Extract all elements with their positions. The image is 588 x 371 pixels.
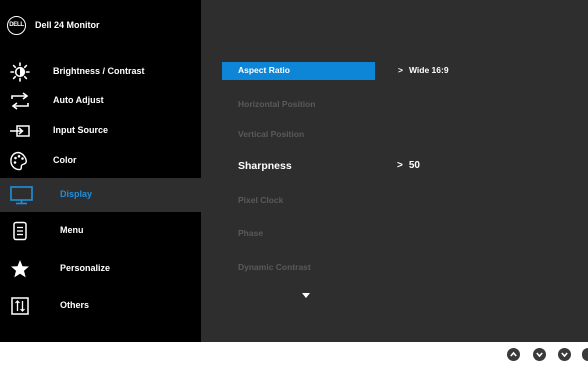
sidebar-item-label: Brightness / Contrast xyxy=(53,66,145,76)
display-monitor-icon xyxy=(9,185,33,205)
option-phase: Phase xyxy=(222,225,372,243)
option-label: Vertical Position xyxy=(238,129,305,139)
sidebar-item-color[interactable]: Color xyxy=(0,144,201,178)
dell-logo: DELL xyxy=(7,16,26,35)
option-horizontal-position: Horizontal Position xyxy=(222,96,372,114)
sidebar-item-others[interactable]: Others xyxy=(0,289,201,323)
sharpness-value[interactable]: >50 xyxy=(397,160,420,171)
chevron-down-icon xyxy=(536,352,543,358)
option-label: Phase xyxy=(238,228,264,238)
color-palette-icon xyxy=(9,151,31,171)
sidebar-item-label: Others xyxy=(60,300,90,310)
sidebar-item-input-source[interactable]: Input Source xyxy=(0,114,201,148)
input-source-icon xyxy=(9,121,31,141)
osd-header: DELL Dell 24 Monitor xyxy=(0,0,201,52)
option-label: Pixel Clock xyxy=(238,195,284,205)
button-back[interactable] xyxy=(582,348,588,361)
button-up[interactable] xyxy=(507,348,520,361)
scroll-down-arrow-icon[interactable] xyxy=(302,293,310,298)
monitor-title: Dell 24 Monitor xyxy=(35,20,100,30)
menu-list-icon xyxy=(9,221,31,241)
sidebar-item-label: Auto Adjust xyxy=(53,95,104,105)
sidebar-item-personalize[interactable]: Personalize xyxy=(0,252,201,286)
sidebar-item-label: Display xyxy=(60,189,93,199)
aspect-ratio-value[interactable]: > Wide 16:9 xyxy=(398,65,449,75)
option-label: Dynamic Contrast xyxy=(238,262,311,272)
option-label: Horizontal Position xyxy=(238,99,316,109)
option-vertical-position: Vertical Position xyxy=(222,126,372,144)
brightness-icon xyxy=(9,62,31,82)
option-label: Sharpness xyxy=(238,160,292,172)
display-submenu: Aspect Ratio > Wide 16:9 Horizontal Posit… xyxy=(201,0,588,342)
auto-adjust-icon xyxy=(9,91,31,111)
sidebar-item-label: Input Source xyxy=(53,125,109,135)
option-pixel-clock: Pixel Clock xyxy=(222,192,372,210)
sidebar-item-label: Color xyxy=(53,155,77,165)
chevron-right-icon: > xyxy=(398,65,403,75)
button-ok[interactable] xyxy=(558,348,571,361)
option-sharpness[interactable]: Sharpness xyxy=(222,158,372,176)
sidebar-item-label: Menu xyxy=(60,225,84,235)
others-settings-icon xyxy=(9,296,31,316)
option-aspect-ratio[interactable]: Aspect Ratio xyxy=(222,62,375,80)
button-down[interactable] xyxy=(533,348,546,361)
chevron-right-icon: > xyxy=(397,160,403,171)
osd-sidebar: DELL Dell 24 Monitor Brightness / Contra… xyxy=(0,0,201,342)
sidebar-item-menu[interactable]: Menu xyxy=(0,214,201,248)
option-label: Aspect Ratio xyxy=(238,65,290,75)
option-dynamic-contrast: Dynamic Contrast xyxy=(222,259,372,277)
sidebar-item-label: Personalize xyxy=(60,263,111,273)
chevron-up-icon xyxy=(510,351,517,357)
sidebar-item-display[interactable]: Display xyxy=(0,178,201,212)
sidebar-item-auto-adjust[interactable]: Auto Adjust xyxy=(0,84,201,118)
star-icon xyxy=(9,259,31,279)
chevron-down-icon xyxy=(561,352,568,358)
monitor-osd: DELL Dell 24 Monitor Brightness / Contra… xyxy=(0,0,588,342)
